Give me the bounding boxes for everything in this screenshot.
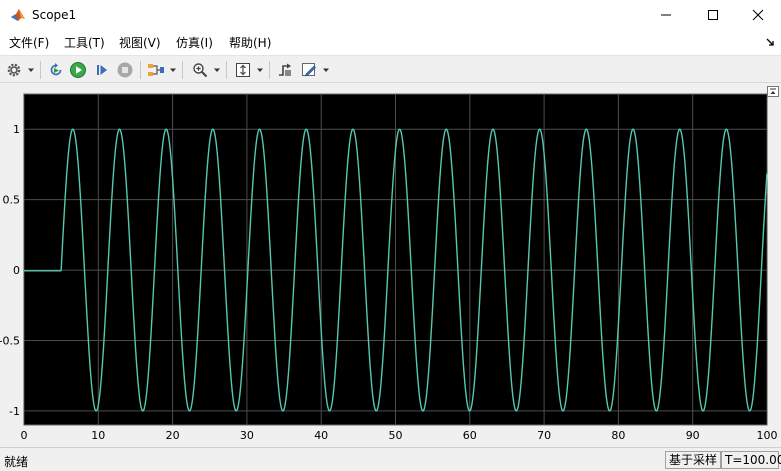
menu-bar: 文件(F) 工具(T) 视图(V) 仿真(I) 帮助(H) xyxy=(0,30,781,56)
undock-button[interactable] xyxy=(767,86,779,97)
stop-icon xyxy=(117,62,133,78)
close-button[interactable] xyxy=(735,0,781,30)
restart-button[interactable] xyxy=(46,60,66,80)
signal-selector-button[interactable] xyxy=(146,60,166,80)
toolbar-separator xyxy=(226,61,227,79)
signal-selector-icon xyxy=(148,64,164,76)
minimize-button[interactable] xyxy=(643,0,689,30)
toolbar-separator xyxy=(40,61,41,79)
x-tick-label: 0 xyxy=(21,429,28,442)
y-tick-label: 1 xyxy=(13,123,20,136)
x-tick-label: 80 xyxy=(611,429,625,442)
toolbar-separator xyxy=(140,61,141,79)
run-button[interactable] xyxy=(68,60,88,80)
toolbar xyxy=(0,57,781,83)
dock-arrow-icon[interactable] xyxy=(766,38,776,48)
x-tick-label: 60 xyxy=(463,429,477,442)
y-tick-label: 0 xyxy=(13,264,20,277)
x-tick-label: 10 xyxy=(91,429,105,442)
step-forward-icon xyxy=(97,65,107,75)
x-tick-label: 50 xyxy=(389,429,403,442)
maximize-icon xyxy=(708,10,718,20)
y-tick-label: 0.5 xyxy=(3,194,21,207)
x-tick-label: 20 xyxy=(166,429,180,442)
menu-file[interactable]: 文件(F) xyxy=(9,34,49,52)
zoom-in-icon xyxy=(193,63,208,78)
triggers-button[interactable] xyxy=(275,60,295,80)
matlab-logo-icon xyxy=(11,9,25,21)
scale-axes-button[interactable] xyxy=(233,60,253,80)
scope-plot[interactable]: 0 10 20 30 40 50 60 70 80 90 100 -1 -0.5 0 0.5 1 xyxy=(0,84,781,446)
scale-axes-icon xyxy=(236,63,250,77)
menu-help[interactable]: 帮助(H) xyxy=(229,34,271,52)
chevron-down-icon[interactable] xyxy=(322,66,330,74)
triggers-icon xyxy=(279,63,291,76)
chevron-down-icon[interactable] xyxy=(213,66,221,74)
chevron-down-icon[interactable] xyxy=(27,66,35,74)
window-title: Scope1 xyxy=(32,8,77,22)
undock-icon xyxy=(770,88,776,94)
title-bar: Scope1 xyxy=(0,0,781,30)
scope-window: Scope1 文件(F) 工具(T) 视图(V) 仿真(I) 帮助(H) 0 1… xyxy=(0,0,781,471)
close-icon xyxy=(752,9,764,21)
y-tick-label: -1 xyxy=(9,405,20,418)
status-bar: 就绪 基于采样 T=100.000 xyxy=(0,447,781,471)
restart-icon xyxy=(50,63,62,76)
menu-simulation[interactable]: 仿真(I) xyxy=(176,34,213,52)
zoom-in-button[interactable] xyxy=(190,60,210,80)
stop-button[interactable] xyxy=(115,60,135,80)
simulation-time: T=100.000 xyxy=(721,451,781,469)
chevron-down-icon[interactable] xyxy=(169,66,177,74)
menu-view[interactable]: 视图(V) xyxy=(119,34,161,52)
maximize-button[interactable] xyxy=(690,0,736,30)
gear-icon xyxy=(7,63,21,77)
x-tick-label: 90 xyxy=(686,429,700,442)
menu-tools[interactable]: 工具(T) xyxy=(64,34,105,52)
x-tick-label: 70 xyxy=(537,429,551,442)
plot-area: 0 10 20 30 40 50 60 70 80 90 100 -1 -0.5 0 0.5 1 xyxy=(0,84,781,446)
x-tick-label: 100 xyxy=(757,429,778,442)
minimize-icon xyxy=(661,14,671,16)
x-tick-label: 40 xyxy=(314,429,328,442)
style-button[interactable] xyxy=(299,60,319,80)
configuration-button[interactable] xyxy=(4,60,24,80)
chevron-down-icon[interactable] xyxy=(256,66,264,74)
x-tick-label: 30 xyxy=(240,429,254,442)
style-icon xyxy=(302,63,316,77)
toolbar-separator xyxy=(269,61,270,79)
step-forward-button[interactable] xyxy=(92,60,112,80)
toolbar-separator xyxy=(182,61,183,79)
y-tick-label: -0.5 xyxy=(0,334,20,347)
run-icon xyxy=(70,62,86,78)
status-ready: 就绪 xyxy=(4,455,29,469)
sample-mode-indicator: 基于采样 xyxy=(665,451,721,469)
